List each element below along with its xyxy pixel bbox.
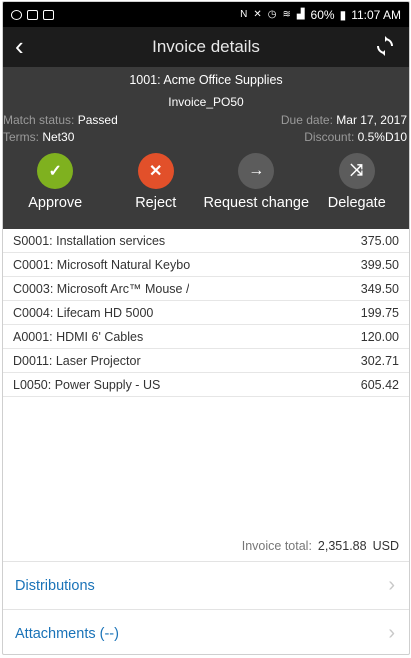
status-left — [11, 9, 240, 20]
match-status-label: Match status: — [3, 113, 75, 127]
clock: 11:07 AM — [351, 7, 401, 22]
list-item[interactable]: C0001: Microsoft Natural Keybo 399.50 — [3, 253, 409, 277]
status-bar: N ✕ ◷ ≋ ▟ 60% ▮ 11:07 AM — [3, 2, 409, 27]
match-status: Match status: Passed — [3, 113, 118, 130]
check-icon: ✓ — [37, 153, 74, 189]
request-change-button[interactable]: → Request change — [203, 153, 309, 211]
wifi-icon: ≋ — [282, 9, 292, 20]
alarm-icon: ◷ — [267, 9, 278, 20]
shuffle-icon: ⤨ — [338, 153, 375, 189]
invoice-header: 1001: Acme Office Supplies Invoice_PO50 … — [3, 67, 409, 229]
page-title: Invoice details — [152, 37, 260, 56]
list-item[interactable]: S0001: Installation services 375.00 — [3, 229, 409, 253]
chevron-right-icon: › — [388, 622, 395, 644]
line-amount: 349.50 — [360, 281, 399, 296]
line-description: C0003: Microsoft Arc™ Mouse / — [13, 281, 190, 296]
close-icon: ✕ — [137, 153, 174, 189]
action-bar: ✓ Approve ✕ Reject → Request change ⤨ De… — [3, 153, 409, 211]
line-description: D0011: Laser Projector — [13, 353, 141, 368]
terms-row: Terms: Net30 Discount: 0.5%D10 — [3, 130, 409, 147]
attachments-label: Attachments (--) — [15, 625, 119, 642]
app-bar: ‹ Invoice details — [3, 27, 409, 67]
reject-button[interactable]: ✕ Reject — [110, 153, 202, 211]
delegate-label: Delegate — [327, 195, 386, 211]
nfc-icon: N — [240, 9, 249, 20]
line-amount: 120.00 — [360, 329, 399, 344]
due-date-value: Mar 17, 2017 — [336, 113, 407, 127]
approve-label: Approve — [28, 195, 83, 211]
line-amount: 302.71 — [360, 353, 399, 368]
vendor-name: 1001: Acme Office Supplies — [129, 73, 283, 87]
invoice-number: Invoice_PO50 — [168, 95, 244, 109]
battery-icon: ▮ — [339, 7, 347, 22]
status-row: Match status: Passed Due date: Mar 17, 2… — [3, 113, 409, 130]
invoice-total-currency: USD — [372, 539, 399, 553]
delegate-button[interactable]: ⤨ Delegate — [311, 153, 403, 211]
discount: Discount: 0.5%D10 — [304, 130, 407, 147]
list-item[interactable]: C0004: Lifecam HD 5000 199.75 — [3, 301, 409, 325]
invoice-total: Invoice total: 2,351.88 USD — [242, 539, 399, 553]
match-status-value: Passed — [77, 113, 118, 127]
terms-value: Net30 — [42, 130, 75, 144]
refresh-icon[interactable] — [375, 36, 395, 56]
distributions-label: Distributions — [15, 577, 95, 594]
list-item[interactable]: D0011: Laser Projector 302.71 — [3, 349, 409, 373]
battery-percent: 60% — [310, 7, 335, 22]
line-description: C0001: Microsoft Natural Keybo — [13, 257, 191, 272]
due-date: Due date: Mar 17, 2017 — [281, 113, 407, 130]
list-item[interactable]: A0001: HDMI 6' Cables 120.00 — [3, 325, 409, 349]
invoice-total-amount: 2,351.88 — [317, 539, 367, 553]
line-description: L0050: Power Supply - US — [13, 377, 161, 392]
invoice-total-label: Invoice total: — [241, 539, 312, 553]
distributions-link[interactable]: Distributions › — [3, 561, 409, 609]
line-description: C0004: Lifecam HD 5000 — [13, 305, 154, 320]
terms: Terms: Net30 — [3, 130, 74, 147]
line-amount: 605.42 — [360, 377, 399, 392]
line-amount: 199.75 — [360, 305, 399, 320]
mute-icon: ✕ — [253, 9, 263, 20]
back-icon[interactable]: ‹ — [15, 33, 24, 59]
invoice-lines: S0001: Installation services 375.00 C0001… — [3, 229, 409, 397]
gallery-icon — [27, 9, 38, 20]
notification-icon — [43, 9, 54, 20]
request-change-label: Request change — [203, 195, 310, 211]
status-right: N ✕ ◷ ≋ ▟ 60% ▮ 11:07 AM — [240, 8, 401, 22]
discount-value: 0.5%D10 — [357, 130, 407, 144]
line-description: A0001: HDMI 6' Cables — [13, 329, 144, 344]
list-item[interactable]: C0003: Microsoft Arc™ Mouse / 349.50 — [3, 277, 409, 301]
terms-label: Terms: — [3, 130, 39, 144]
chevron-right-icon: › — [388, 574, 395, 596]
list-item[interactable]: L0050: Power Supply - US 605.42 — [3, 373, 409, 397]
phone-frame: N ✕ ◷ ≋ ▟ 60% ▮ 11:07 AM ‹ Invoice detai… — [2, 1, 410, 655]
line-amount: 399.50 — [360, 257, 399, 272]
due-date-label: Due date: — [280, 113, 333, 127]
attachments-link[interactable]: Attachments (--) › — [3, 609, 409, 654]
signal-icon: ▟ — [296, 9, 306, 20]
arrow-right-icon: → — [238, 153, 275, 189]
whatsapp-icon — [11, 9, 22, 20]
line-description: S0001: Installation services — [13, 233, 166, 248]
line-amount: 375.00 — [360, 233, 399, 248]
approve-button[interactable]: ✓ Approve — [9, 153, 101, 211]
reject-label: Reject — [135, 195, 177, 211]
discount-label: Discount: — [304, 130, 355, 144]
